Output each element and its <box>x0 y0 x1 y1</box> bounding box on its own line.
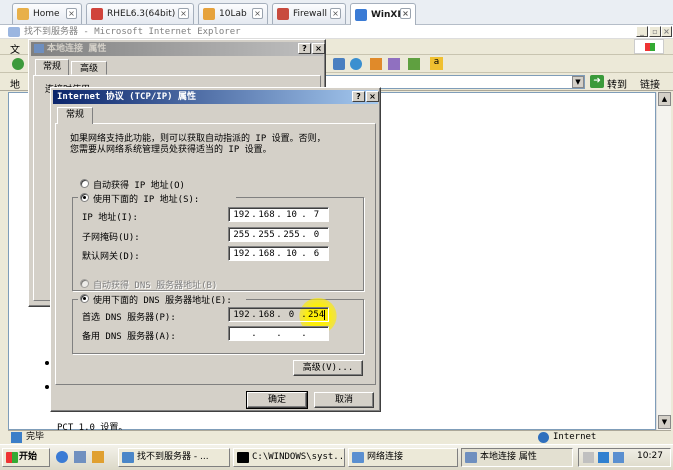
vm-tab-rhel[interactable]: RHEL6.3(64bit) × <box>86 3 194 24</box>
back-icon[interactable] <box>12 58 24 70</box>
dns2-label: 备用 DNS 服务器(A): <box>82 332 176 342</box>
mail-icon[interactable] <box>388 58 400 70</box>
ie-icon <box>122 452 134 463</box>
alternate-dns-field[interactable]: ... <box>228 326 329 341</box>
taskbar-item-cmd[interactable]: C:\WINDOWS\syst... <box>233 448 345 467</box>
status-text: 完毕 <box>26 432 45 442</box>
address-label: 地 <box>10 80 20 91</box>
network-icon <box>34 44 44 53</box>
cmd-icon <box>237 452 249 463</box>
go-button[interactable]: 转到 <box>607 76 627 91</box>
close-button[interactable]: × <box>661 26 672 37</box>
vm-tab-home[interactable]: Home × <box>12 3 82 24</box>
bullet <box>45 385 49 389</box>
vm-icon <box>355 8 367 21</box>
vm-icon <box>203 8 215 20</box>
desktop-quicklaunch-icon[interactable] <box>74 451 86 463</box>
tab-panel: 如果网络支持此功能，则可以获取自动指派的 IP 设置。否则， 您需要从网络系统管… <box>55 123 376 385</box>
dns1-label: 首选 DNS 服务器(P): <box>82 313 176 323</box>
preferred-dns-field[interactable]: 192. 168. 0. 254 <box>228 307 329 322</box>
network-icon <box>352 452 364 463</box>
taskbar-item-network[interactable]: 网络连接 <box>348 448 458 467</box>
ie-icon <box>8 27 20 37</box>
favorites-icon[interactable] <box>333 58 345 70</box>
ok-button[interactable]: 确定 <box>246 391 308 409</box>
tab-general[interactable]: 常规 <box>57 107 93 124</box>
vertical-scrollbar[interactable]: ▲ ▼ <box>656 92 671 430</box>
page-icon <box>11 432 22 443</box>
close-button[interactable]: × <box>312 43 325 54</box>
vm-tab-winxp[interactable]: WinXP × <box>350 3 416 25</box>
description-text: 您需要从网络系统管理员处获得适当的 IP 设置。 <box>70 145 272 155</box>
history-icon[interactable] <box>370 58 382 70</box>
tab-general[interactable]: 常规 <box>35 59 69 75</box>
taskbar-item-local-conn[interactable]: 本地连接 属性 <box>461 448 573 467</box>
ie-quicklaunch-icon[interactable] <box>56 451 68 463</box>
vm-tab-firewall[interactable]: Firewall × <box>272 3 346 24</box>
tray-icon[interactable] <box>613 452 624 463</box>
tray-icon[interactable] <box>598 452 609 463</box>
links-button[interactable]: 链接 <box>640 76 660 91</box>
tray-icon[interactable] <box>583 452 594 463</box>
ie-title-bar: 找不到服务器 - Microsoft Internet Explorer _ ▫… <box>0 25 673 39</box>
messenger-icon[interactable]: a <box>430 57 443 70</box>
ip-address-field[interactable]: 192. 168. 10. 7 <box>228 207 329 222</box>
system-tray: 10:27 <box>578 448 671 467</box>
windows-logo-icon <box>634 39 664 54</box>
scroll-up-icon[interactable]: ▲ <box>658 92 671 106</box>
auto-dns-radio <box>80 279 89 288</box>
ip-label: IP 地址(I): <box>82 213 138 223</box>
auto-ip-radio[interactable] <box>80 179 89 188</box>
home-icon <box>17 8 29 20</box>
print-icon[interactable] <box>408 58 420 70</box>
taskbar: 开始 找不到服务器 - ... C:\WINDOWS\syst... 网络连接 … <box>0 444 673 470</box>
minimize-button[interactable]: _ <box>636 26 648 37</box>
advanced-button[interactable]: 高级(V)... <box>293 360 363 376</box>
media-icon[interactable] <box>350 58 362 70</box>
help-button[interactable]: ? <box>352 91 365 102</box>
close-icon[interactable]: × <box>400 8 411 19</box>
subnet-mask-field[interactable]: 255. 255. 255. 0 <box>228 227 329 242</box>
menu-file[interactable]: 文 <box>10 41 20 56</box>
vm-tab-10lab[interactable]: 10Lab × <box>198 3 268 24</box>
manual-ip-radio[interactable] <box>80 193 89 202</box>
vm-tab-bar: Home × RHEL6.3(64bit) × 10Lab × Firewall × W… <box>0 0 673 25</box>
gateway-label: 默认网关(D): <box>82 252 140 262</box>
close-icon[interactable]: × <box>178 8 189 19</box>
start-button[interactable]: 开始 <box>2 448 50 467</box>
clock[interactable]: 10:27 <box>637 451 663 461</box>
help-button[interactable]: ? <box>298 43 311 54</box>
zone-text: Internet <box>553 432 597 442</box>
taskbar-item-ie[interactable]: 找不到服务器 - ... <box>118 448 230 467</box>
tcpip-dialog: Internet 协议 (TCP/IP) 属性 ? × 常规 如果网络支持此功能… <box>50 87 381 412</box>
restore-button[interactable]: ▫ <box>649 26 661 37</box>
dialog-title-bar: Internet 协议 (TCP/IP) 属性 ? × <box>53 90 379 104</box>
close-icon[interactable]: × <box>252 8 263 19</box>
go-arrow-icon[interactable]: ➜ <box>590 75 604 88</box>
ie-status-bar: 完毕 Internet <box>8 430 671 444</box>
close-icon[interactable]: × <box>330 8 341 19</box>
tab-advanced[interactable]: 高级 <box>71 61 107 75</box>
globe-icon <box>538 432 549 443</box>
manual-dns-radio[interactable] <box>80 294 89 303</box>
bullet <box>45 361 49 365</box>
gateway-field[interactable]: 192. 168. 10. 6 <box>228 246 329 261</box>
scroll-down-icon[interactable]: ▼ <box>658 415 671 429</box>
chevron-down-icon[interactable]: ▼ <box>572 76 584 88</box>
cancel-button[interactable]: 取消 <box>314 392 374 408</box>
dialog-title-bar: 本地连接 属性 ? × <box>31 42 325 56</box>
mask-label: 子网掩码(U): <box>82 233 140 243</box>
network-icon <box>465 452 477 463</box>
close-button[interactable]: × <box>366 91 379 102</box>
vm-icon <box>277 8 289 20</box>
vm-icon <box>91 8 103 20</box>
explorer-quicklaunch-icon[interactable] <box>92 451 104 463</box>
windows-logo-icon <box>6 452 18 463</box>
close-icon[interactable]: × <box>66 8 77 19</box>
